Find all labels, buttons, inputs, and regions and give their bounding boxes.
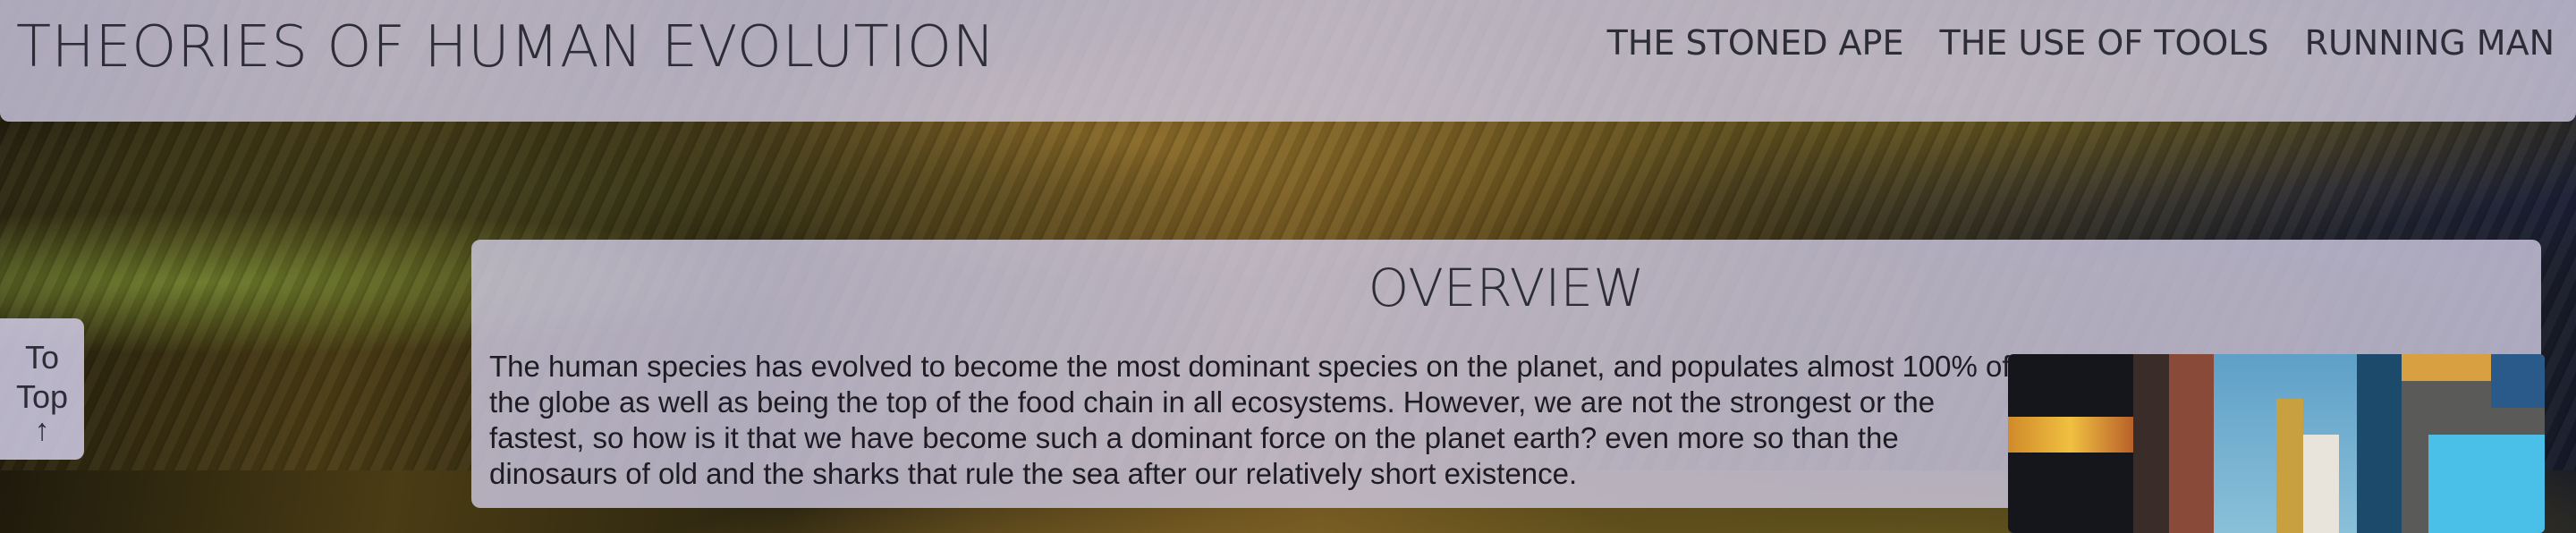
- site-title: THEORIES OF HUMAN EVOLUTION: [16, 14, 996, 80]
- arrow-up-icon: ↑: [34, 413, 50, 447]
- main-nav: THE STONED APE THE USE OF TOOLS RUNNING …: [1607, 23, 2555, 63]
- nav-link-use-of-tools[interactable]: THE USE OF TOOLS: [1939, 23, 2268, 63]
- nav-link-running-man[interactable]: RUNNING MAN: [2305, 23, 2555, 63]
- nav-link-stoned-ape[interactable]: THE STONED APE: [1607, 23, 1904, 63]
- site-header: THEORIES OF HUMAN EVOLUTION THE STONED A…: [0, 0, 2576, 122]
- city-street-image: [2008, 354, 2545, 533]
- section-title: OVERVIEW: [1368, 258, 1645, 318]
- overview-section: OVERVIEW The human species has evolved t…: [471, 240, 2545, 533]
- overview-text: The human species has evolved to become …: [489, 350, 2011, 490]
- to-top-label: To Top: [15, 339, 69, 415]
- to-top-button[interactable]: To Top ↑: [0, 318, 84, 460]
